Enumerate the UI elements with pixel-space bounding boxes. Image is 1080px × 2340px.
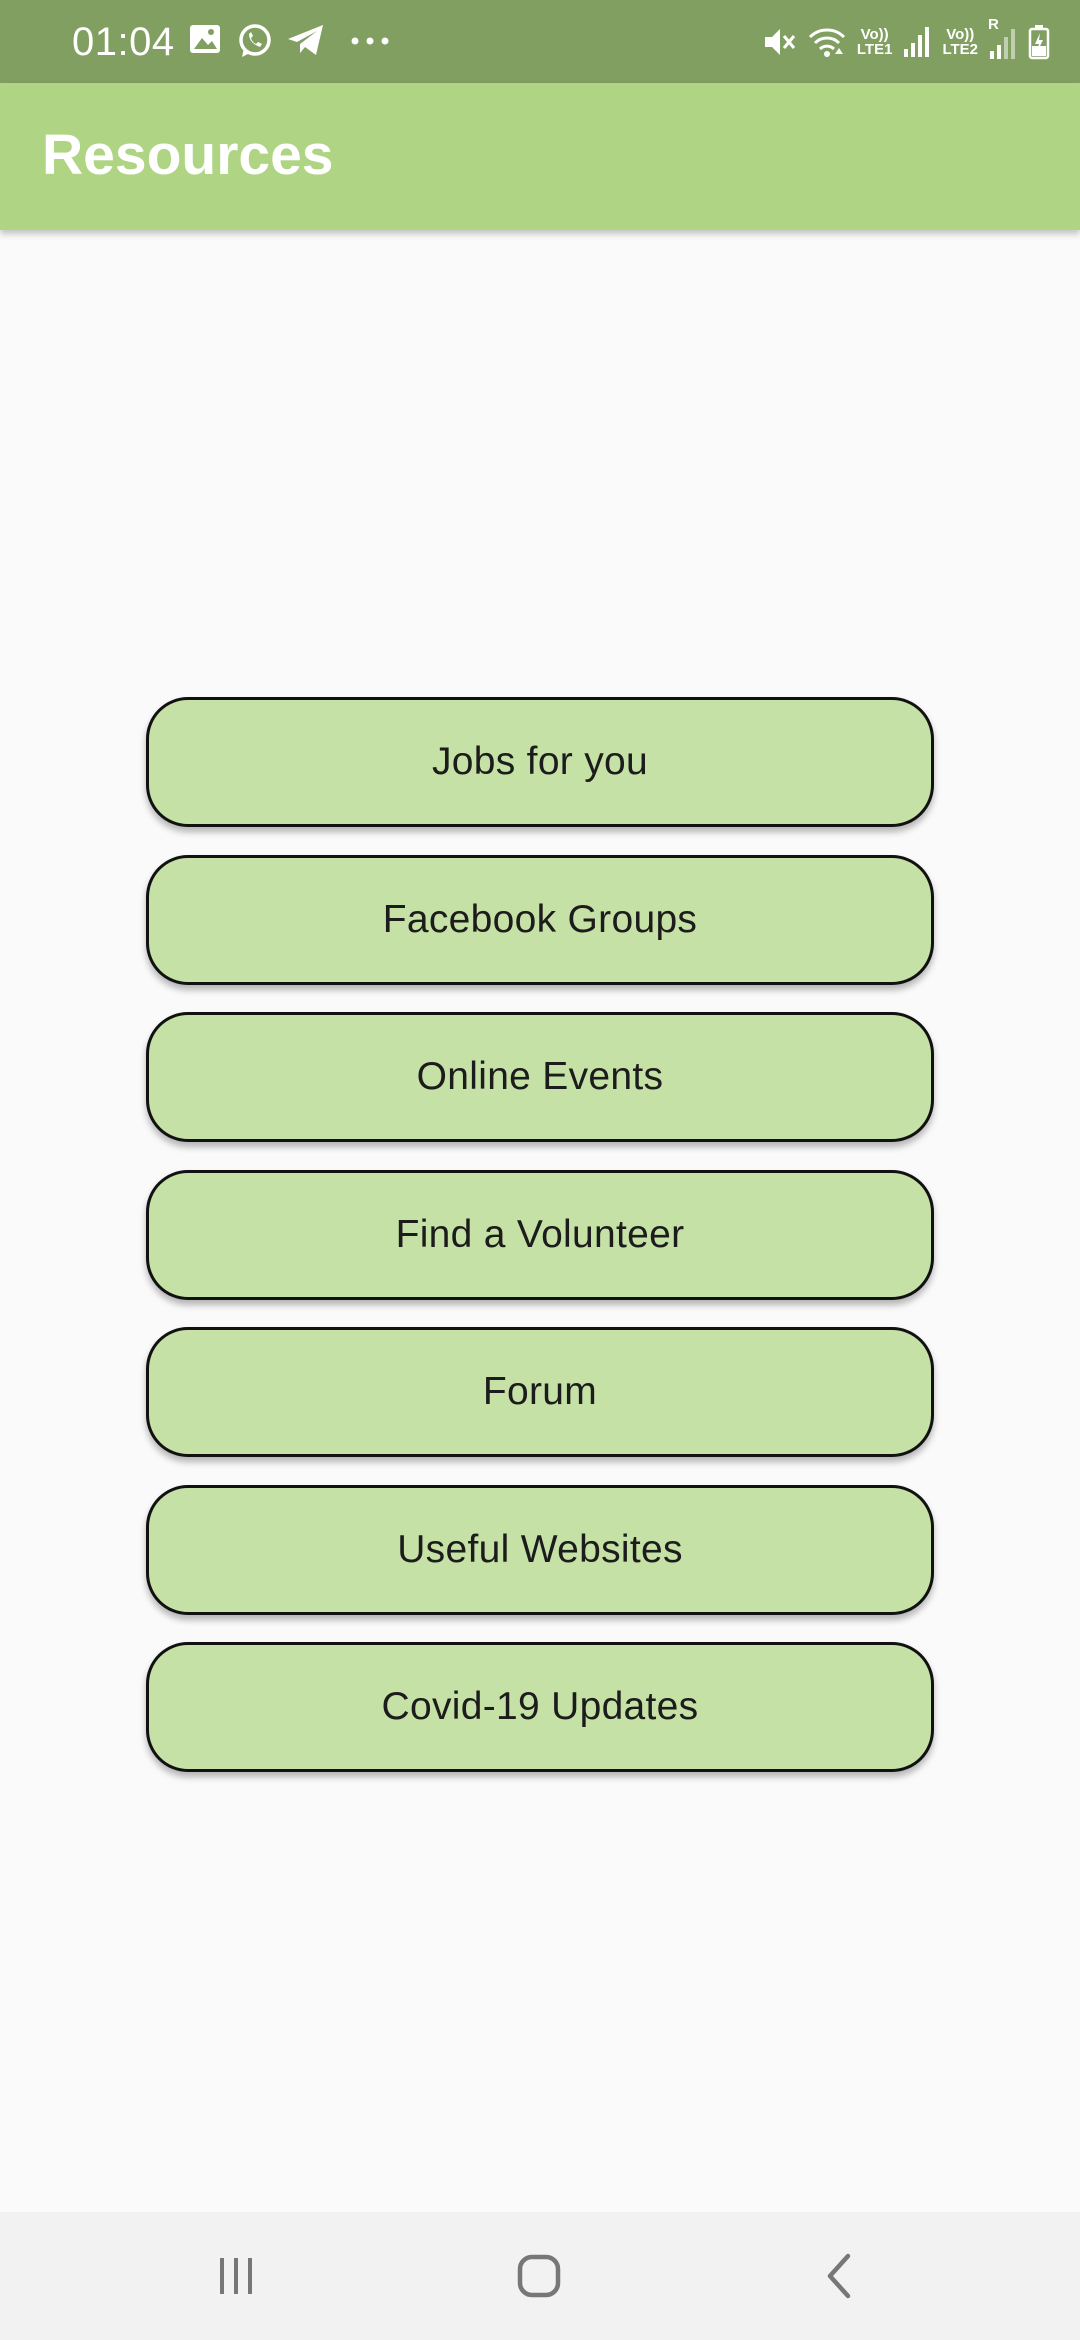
sim1-volte-label: Vo)) bbox=[860, 26, 889, 43]
home-icon bbox=[517, 2254, 561, 2298]
sim1-lte-label: LTE1 bbox=[856, 41, 893, 58]
app-bar: Resources bbox=[0, 83, 1080, 230]
sim2-signal-group: R bbox=[988, 17, 1018, 61]
status-right-group: Vo)) LTE1 Vo)) LTE2 R bbox=[761, 17, 1050, 66]
sim1-network: Vo)) LTE1 bbox=[857, 27, 893, 57]
status-time: 01:04 bbox=[72, 20, 175, 64]
telegram-icon bbox=[288, 25, 323, 55]
home-button[interactable] bbox=[479, 2236, 599, 2316]
more-dots-icon bbox=[351, 37, 389, 45]
sim2-network: Vo)) LTE2 bbox=[942, 27, 978, 57]
roaming-label: R bbox=[988, 16, 999, 33]
online-events-button[interactable]: Online Events bbox=[146, 1012, 934, 1142]
covid-19-updates-button[interactable]: Covid-19 Updates bbox=[146, 1642, 934, 1772]
facebook-groups-button[interactable]: Facebook Groups bbox=[146, 855, 934, 985]
recent-apps-icon bbox=[220, 2258, 252, 2294]
page-title: Resources bbox=[42, 123, 334, 187]
forum-button[interactable]: Forum bbox=[146, 1327, 934, 1457]
resources-content: Jobs for you Facebook Groups Online Even… bbox=[0, 230, 1080, 2212]
gallery-icon bbox=[190, 25, 220, 53]
recent-apps-button[interactable] bbox=[176, 2236, 296, 2316]
signal-icon bbox=[904, 27, 930, 57]
jobs-for-you-button[interactable]: Jobs for you bbox=[146, 697, 934, 827]
find-a-volunteer-button[interactable]: Find a Volunteer bbox=[146, 1170, 934, 1300]
back-icon bbox=[827, 2253, 851, 2299]
useful-websites-button[interactable]: Useful Websites bbox=[146, 1485, 934, 1615]
battery-charging-icon bbox=[1028, 25, 1050, 60]
sim2-volte-label: Vo)) bbox=[946, 26, 975, 43]
back-button[interactable] bbox=[780, 2236, 900, 2316]
mute-icon bbox=[764, 29, 796, 55]
wifi-icon bbox=[808, 28, 845, 57]
system-nav-bar bbox=[0, 2212, 1080, 2340]
status-bar: 01:04 Vo)) LTE1 Vo)) LTE2 R bbox=[0, 0, 1080, 83]
whatsapp-icon bbox=[239, 24, 271, 57]
sim2-lte-label: LTE2 bbox=[942, 41, 978, 58]
